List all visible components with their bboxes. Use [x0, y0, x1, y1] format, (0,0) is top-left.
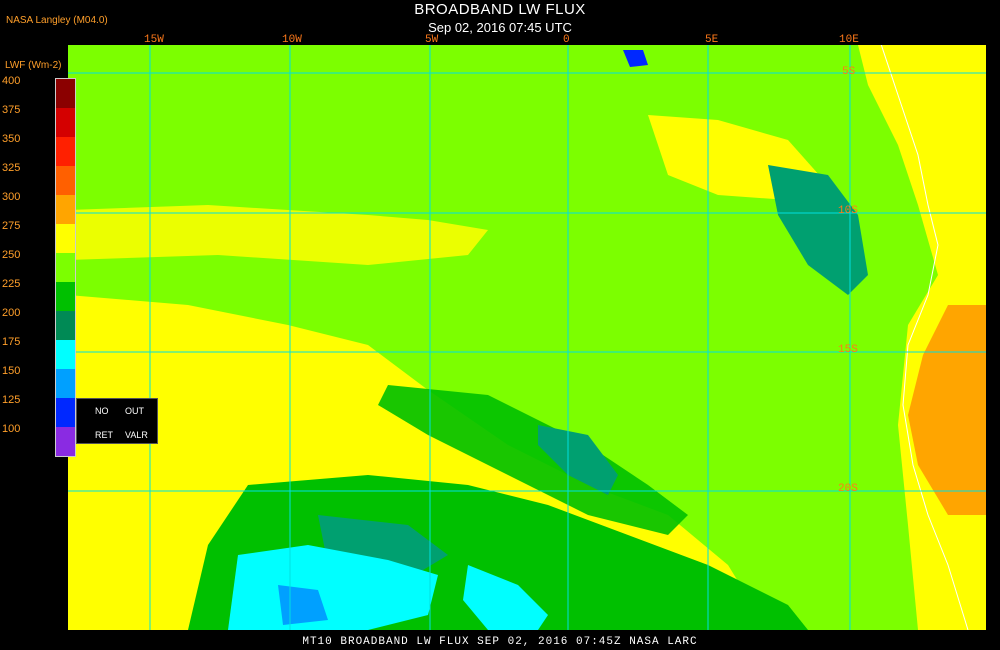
legend-tick: 125: [2, 394, 21, 406]
footer-caption: MT10 BROADBAND LW FLUX SEP 02, 2016 07:4…: [302, 636, 698, 648]
lat-label-5s: 5S: [842, 66, 856, 78]
flag-valr-label: VALR: [125, 430, 148, 440]
lon-label-10w: 10W: [282, 34, 302, 46]
legend-swatch: [56, 311, 75, 340]
legend-swatch: [56, 282, 75, 311]
legend-swatch: [56, 398, 75, 427]
legend-swatch: [56, 195, 75, 224]
legend-tick: 275: [2, 220, 21, 232]
lon-label-10e: 10E: [839, 34, 859, 46]
legend-tick: 100: [2, 423, 21, 435]
legend-tick: 300: [2, 191, 21, 203]
legend-colorbar: [55, 78, 76, 457]
legend-tick: 375: [2, 104, 21, 116]
legend-tick: 350: [2, 133, 21, 145]
flux-map: [68, 45, 986, 630]
legend-tick: 325: [2, 162, 21, 174]
legend-swatch: [56, 253, 75, 282]
legend-title: LWF (Wm-2): [5, 60, 62, 71]
flux-field: [68, 45, 986, 630]
legend-swatch: [56, 224, 75, 253]
map-datetime: Sep 02, 2016 07:45 UTC: [428, 20, 572, 35]
legend-tick: 200: [2, 307, 21, 319]
legend-tick: 150: [2, 365, 21, 377]
lon-label-0: 0: [563, 34, 570, 46]
flag-ret-label: RET: [95, 430, 113, 440]
flag-no-label: NO: [95, 406, 109, 416]
lon-label-5w: 5W: [425, 34, 439, 46]
legend-tick: 250: [2, 249, 21, 261]
legend-swatch: [56, 427, 75, 456]
color-legend: LWF (Wm-2) 400 375 350 325 300 275 250 2…: [0, 60, 80, 457]
legend-swatch: [56, 340, 75, 369]
legend-swatch: [56, 369, 75, 398]
legend-swatch: [56, 79, 75, 108]
lon-label-5e: 5E: [705, 34, 719, 46]
lon-label-15w: 15W: [144, 34, 164, 46]
legend-swatch: [56, 108, 75, 137]
lat-label-10s: 10S: [838, 205, 858, 217]
legend-tick: 400: [2, 75, 21, 87]
lat-label-20s: 20S: [838, 483, 858, 495]
legend-swatch: [56, 137, 75, 166]
flag-out-label: OUT: [125, 406, 144, 416]
legend-tick: 225: [2, 278, 21, 290]
flag-legend: NO OUT RET VALR: [76, 398, 158, 444]
lat-label-15s: 15S: [838, 344, 858, 356]
legend-tick: 175: [2, 336, 21, 348]
legend-swatch: [56, 166, 75, 195]
map-title: BROADBAND LW FLUX: [414, 1, 586, 18]
